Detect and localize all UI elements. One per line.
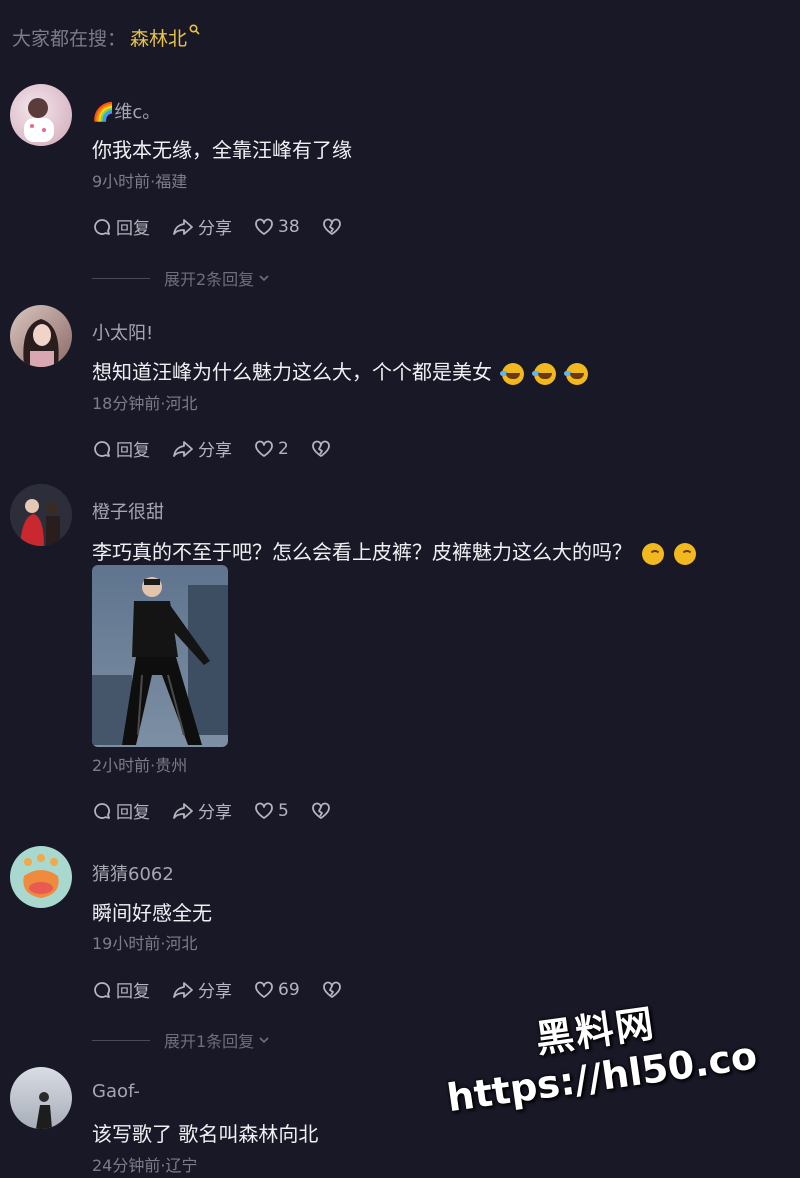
comment-meta: 18分钟前·河北 bbox=[92, 394, 198, 413]
comment-username[interactable]: 小太阳! bbox=[92, 319, 153, 345]
watermark: 黑料网 https://hl50.co bbox=[437, 979, 759, 1120]
comment-actions: 回复 分享 38 bbox=[92, 214, 368, 239]
reply-button[interactable]: 回复 bbox=[92, 436, 150, 461]
reply-label: 回复 bbox=[116, 982, 150, 1002]
laughing-emoji-icon bbox=[564, 362, 588, 385]
chevron-down-icon bbox=[259, 1037, 269, 1044]
heart-icon bbox=[255, 218, 273, 235]
share-button[interactable]: 分享 bbox=[172, 977, 232, 1002]
expand-replies-button[interactable]: 展开2条回复 bbox=[92, 266, 271, 290]
share-icon bbox=[173, 802, 193, 819]
reply-icon bbox=[94, 802, 111, 819]
comment-username[interactable]: 橙子很甜 bbox=[92, 498, 164, 524]
comment-image[interactable] bbox=[92, 565, 228, 747]
like-button[interactable]: 69 bbox=[254, 980, 300, 1000]
thinking-emoji-icon bbox=[642, 542, 664, 565]
divider bbox=[92, 1039, 150, 1041]
search-hint-prefix: 大家都在搜： bbox=[12, 27, 127, 50]
avatar[interactable] bbox=[10, 1067, 72, 1129]
reply-label: 回复 bbox=[116, 803, 150, 823]
share-icon bbox=[173, 218, 193, 235]
dislike-button[interactable] bbox=[322, 217, 346, 237]
share-icon bbox=[173, 981, 193, 998]
expand-replies-label: 展开1条回复 bbox=[164, 1032, 255, 1051]
share-label: 分享 bbox=[198, 803, 232, 823]
like-count: 69 bbox=[278, 979, 300, 1000]
divider bbox=[92, 277, 150, 279]
laughing-emoji-icon bbox=[500, 362, 524, 385]
expand-replies-label: 展开2条回复 bbox=[164, 270, 255, 289]
comment-username[interactable]: Gaof- bbox=[92, 1081, 140, 1102]
dislike-button[interactable] bbox=[311, 801, 335, 821]
reply-label: 回复 bbox=[116, 441, 150, 461]
avatar[interactable] bbox=[10, 84, 72, 146]
like-button[interactable]: 38 bbox=[254, 217, 300, 237]
comment-text: 想知道汪峰为什么魅力这么大，个个都是美女 bbox=[92, 356, 588, 385]
broken-heart-icon bbox=[311, 440, 330, 457]
dislike-button[interactable] bbox=[322, 980, 346, 1000]
comment-text-content: 李巧真的不至于吧？怎么会看上皮裤？皮裤魅力这么大的吗？ bbox=[92, 540, 632, 564]
comment-username[interactable]: 🌈维c。 bbox=[92, 98, 160, 124]
like-count: 5 bbox=[278, 800, 289, 821]
dislike-button[interactable] bbox=[311, 439, 335, 459]
comment-meta: 9小时前·福建 bbox=[92, 172, 188, 191]
reply-icon bbox=[94, 981, 111, 998]
comment-username[interactable]: 猜猜6062 bbox=[92, 860, 174, 886]
reply-button[interactable]: 回复 bbox=[92, 798, 150, 823]
broken-heart-icon bbox=[311, 802, 330, 819]
expand-replies-button[interactable]: 展开1条回复 bbox=[92, 1028, 271, 1052]
reply-icon bbox=[94, 440, 111, 457]
thinking-emoji-icon bbox=[674, 542, 696, 565]
laughing-emoji-icon bbox=[532, 362, 556, 385]
comment-text-content: 想知道汪峰为什么魅力这么大，个个都是美女 bbox=[92, 360, 492, 384]
comment-text: 李巧真的不至于吧？怎么会看上皮裤？皮裤魅力这么大的吗？ bbox=[92, 536, 696, 565]
heart-icon bbox=[255, 981, 273, 998]
like-button[interactable]: 2 bbox=[254, 439, 289, 459]
share-label: 分享 bbox=[198, 982, 232, 1002]
search-hint-bar: 大家都在搜： 森林北 bbox=[12, 22, 200, 52]
share-button[interactable]: 分享 bbox=[172, 798, 232, 823]
share-button[interactable]: 分享 bbox=[172, 436, 232, 461]
like-count: 2 bbox=[278, 438, 289, 459]
share-label: 分享 bbox=[198, 219, 232, 239]
like-count: 38 bbox=[278, 216, 300, 237]
share-button[interactable]: 分享 bbox=[172, 214, 232, 239]
reply-button[interactable]: 回复 bbox=[92, 214, 150, 239]
heart-icon bbox=[255, 802, 273, 819]
broken-heart-icon bbox=[322, 218, 341, 235]
comment-actions: 回复 分享 2 bbox=[92, 436, 357, 461]
share-icon bbox=[173, 440, 193, 457]
like-button[interactable]: 5 bbox=[254, 801, 289, 821]
avatar[interactable] bbox=[10, 484, 72, 546]
search-hint-keyword[interactable]: 森林北 bbox=[130, 24, 187, 51]
search-icon bbox=[189, 24, 200, 38]
comment-meta: 19小时前·河北 bbox=[92, 934, 198, 953]
reply-icon bbox=[94, 218, 111, 235]
comment-meta: 24分钟前·辽宁 bbox=[92, 1156, 198, 1175]
comment-text: 该写歌了 歌名叫森林向北 bbox=[92, 1122, 319, 1146]
comment-text: 你我本无缘，全靠汪峰有了缘 bbox=[92, 138, 352, 162]
avatar[interactable] bbox=[10, 305, 72, 367]
comment-text: 瞬间好感全无 bbox=[92, 901, 212, 925]
broken-heart-icon bbox=[322, 981, 341, 998]
comment-meta: 2小时前·贵州 bbox=[92, 756, 188, 775]
chevron-down-icon bbox=[259, 275, 269, 282]
reply-label: 回复 bbox=[116, 219, 150, 239]
heart-icon bbox=[255, 440, 273, 457]
avatar[interactable] bbox=[10, 846, 72, 908]
reply-button[interactable]: 回复 bbox=[92, 977, 150, 1002]
comment-actions: 回复 分享 69 bbox=[92, 977, 368, 1002]
share-label: 分享 bbox=[198, 441, 232, 461]
comment-actions: 回复 分享 5 bbox=[92, 798, 357, 823]
